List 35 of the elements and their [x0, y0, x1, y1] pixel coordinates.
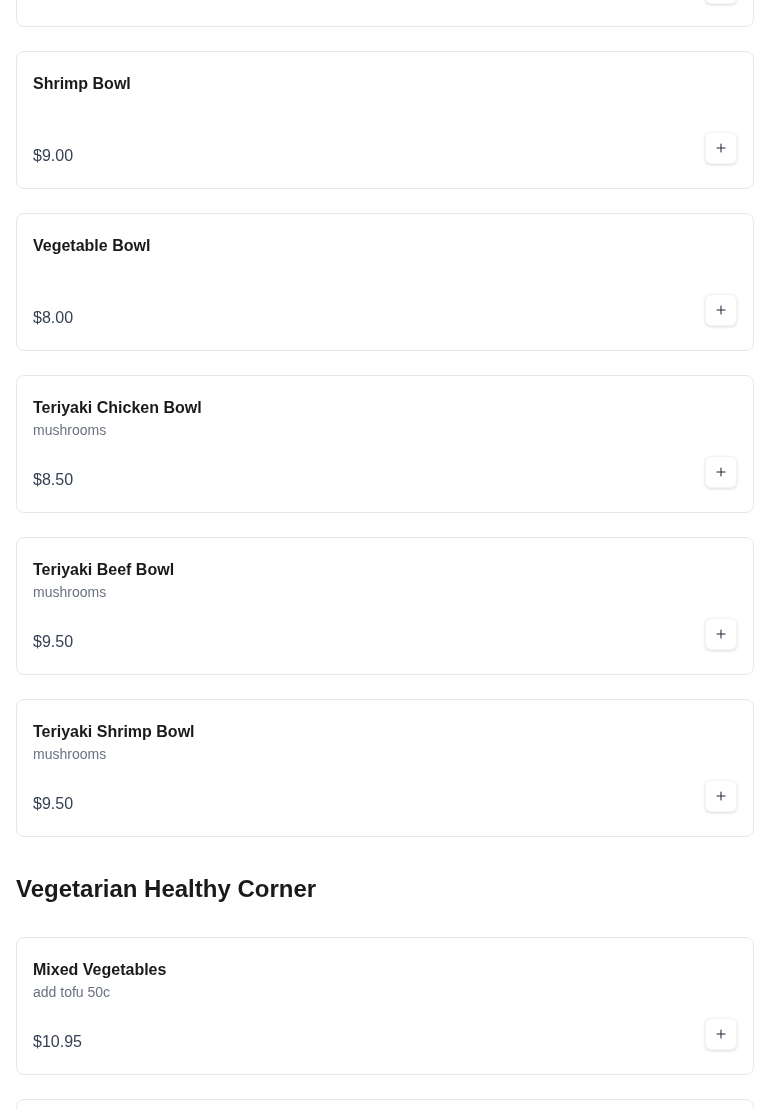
item-description: mushrooms	[33, 583, 108, 602]
item-name: Mixed Vegetables	[33, 960, 168, 980]
menu-item-card[interactable]: Teriyaki Chicken Bowl mushrooms $8.50	[16, 375, 754, 513]
item-description: mushrooms	[33, 745, 108, 764]
item-price: $9.50	[33, 794, 74, 814]
item-description: mushrooms	[33, 421, 108, 440]
menu-item-card[interactable]: Teriyaki Beef Bowl mushrooms $9.50	[16, 537, 754, 675]
plus-icon	[714, 303, 728, 317]
menu-item-card[interactable]: Shrimp Bowl $9.00	[16, 51, 754, 189]
add-button[interactable]	[705, 294, 737, 326]
add-button[interactable]	[705, 132, 737, 164]
menu-item-card[interactable]: Teriyaki Shrimp Bowl mushrooms $9.50	[16, 699, 754, 837]
item-name: Vegetable Bowl	[33, 236, 152, 256]
item-name: Teriyaki Chicken Bowl	[33, 398, 203, 418]
item-name: Teriyaki Shrimp Bowl	[33, 722, 196, 742]
add-button[interactable]	[705, 456, 737, 488]
plus-icon	[714, 627, 728, 641]
item-name: Teriyaki Beef Bowl	[33, 560, 176, 580]
item-price: $8.00	[33, 308, 74, 328]
plus-icon	[714, 1027, 728, 1041]
add-button[interactable]	[705, 618, 737, 650]
item-price: $9.50	[33, 632, 74, 652]
section-heading: Vegetarian Healthy Corner	[16, 874, 318, 904]
item-price: $8.50	[33, 470, 74, 490]
item-name: Shrimp Bowl	[33, 74, 132, 94]
item-price: $9.00	[33, 146, 74, 166]
plus-icon	[714, 141, 728, 155]
add-button[interactable]	[705, 780, 737, 812]
menu-item-card[interactable]: Mixed Vegetables add tofu 50c $10.95	[16, 937, 754, 1075]
item-price: $10.95	[33, 1032, 82, 1052]
menu-item-card[interactable]: Vegetable Bowl $8.00	[16, 213, 754, 351]
plus-icon	[714, 789, 728, 803]
add-button[interactable]	[705, 1018, 737, 1050]
plus-icon	[714, 465, 728, 479]
item-description: add tofu 50c	[33, 983, 112, 1002]
